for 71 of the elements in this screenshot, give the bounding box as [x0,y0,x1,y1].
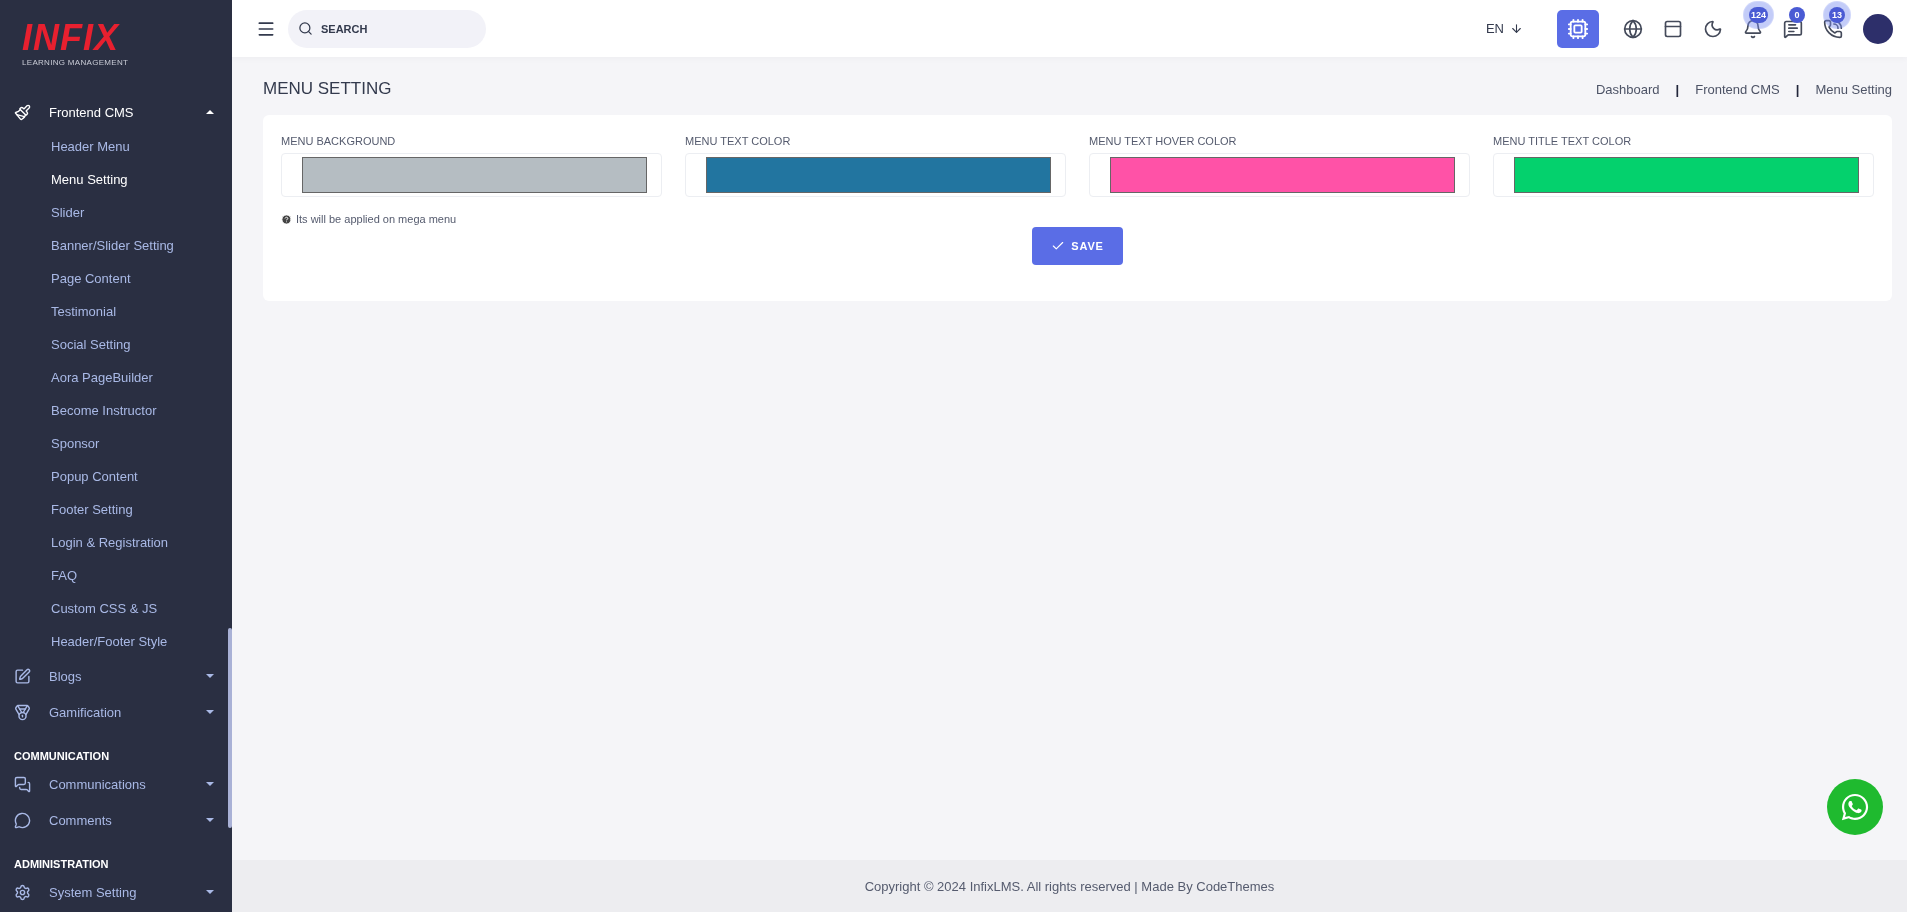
sidebar-menu-item[interactable]: System Setting [49,884,206,900]
sidebar-submenu-item[interactable]: Social Setting [51,328,131,361]
notification-icon [1743,18,1763,39]
logo-tagline: LEARNING MANAGEMENT [22,58,129,67]
logo-wordmark: INFIX [22,20,119,56]
layout-icon [1663,18,1683,39]
sidebar-submenu-item[interactable]: Slider [51,196,85,229]
sidebar-submenu-item[interactable]: Become Instructor [51,394,157,427]
sidebar-submenu-item[interactable]: Page Content [51,262,131,295]
arrow-down-icon [1510,22,1523,35]
sidebar-menu-item[interactable]: Communications [49,776,206,792]
color-picker-field[interactable] [1089,153,1470,197]
page-title: MENU SETTING [263,79,392,99]
field-label: MENU TEXT HOVER COLOR [1089,135,1238,147]
sidebar-submenu-item[interactable]: Popup Content [51,460,138,493]
sidebar-section-heading: ADMINISTRATION [14,858,109,870]
sidebar-submenu-item[interactable]: Header/Footer Style [51,625,168,658]
sidebar-submenu-item[interactable]: Banner/Slider Setting [51,229,174,262]
sidebar-submenu-item[interactable]: Testimonial [51,295,117,328]
field-label: MENU TITLE TEXT COLOR [1493,135,1633,147]
sidebar-submenu-item[interactable]: FAQ [51,559,77,592]
copyright-text: Copyright © 2024 InfixLMS. All rights reserved | Made By CodeThemes [864,878,1275,894]
sidebar-section-heading: COMMUNICATION [14,750,110,762]
whatsapp-button[interactable] [1827,779,1883,835]
breadcrumb-separator: | [1794,81,1801,97]
color-picker-field[interactable] [1493,153,1874,197]
count-badge: 0 [1789,6,1805,23]
sidebar-submenu-item[interactable]: Aora PageBuilder [51,361,153,394]
notification-button[interactable]: 124 [1733,8,1773,49]
message-icon [1783,18,1803,39]
count-badge: 124 [1749,6,1769,23]
globe-icon [1623,18,1643,39]
sidebar-submenu-item[interactable]: Login & Registration [51,526,169,559]
chat-bubbles-icon [14,775,31,793]
breadcrumb-link[interactable]: Frontend CMS [1695,81,1780,97]
breadcrumb-separator: | [1674,81,1681,97]
sidebar-menu-item[interactable]: Frontend CMS [49,104,206,120]
sidebar-submenu-item[interactable]: Sponsor [51,427,100,460]
phone-chat-button[interactable]: 13 [1813,8,1853,49]
sidebar-submenu-item[interactable]: Header Menu [51,130,130,163]
check-icon [1051,239,1066,253]
language-selector[interactable]: EN [1479,20,1529,37]
sidebar-menu-item[interactable]: Blogs [49,668,206,684]
moon-icon [1703,18,1723,39]
field-label: MENU BACKGROUND [281,135,397,147]
breadcrumb-link[interactable]: Menu Setting [1815,81,1892,97]
sidebar-menu-item[interactable]: Comments [49,812,206,828]
color-picker-field[interactable] [281,153,662,197]
count-badge: 13 [1829,6,1845,23]
sidebar-submenu-item[interactable]: Footer Setting [51,493,133,526]
sidebar-menu-item[interactable]: Gamification [49,704,206,720]
ai-chip-button[interactable] [1557,9,1599,48]
save-button[interactable]: SAVE [1032,227,1123,265]
sidebar-submenu-item[interactable]: Menu Setting [51,163,128,196]
color-picker-field[interactable] [685,153,1066,197]
avatar[interactable] [1863,13,1893,44]
search-field[interactable]: SEARCH [288,9,486,48]
help-note: Its will be applied on mega menu [296,213,457,225]
sidebar-submenu-item[interactable]: Custom CSS & JS [51,592,158,625]
edit-icon [14,667,31,685]
breadcrumb-link[interactable]: Dashboard [1595,81,1660,97]
search-icon [298,20,313,36]
phone-chat-icon [1823,18,1843,39]
whatsapp-icon [1840,792,1870,822]
chat-bubble-icon [14,811,31,829]
chip-icon [1567,17,1589,40]
scrollbar-thumb[interactable] [228,628,232,828]
message-button[interactable]: 0 [1773,8,1813,49]
field-label: MENU TEXT COLOR [685,135,792,147]
medal-icon [14,703,31,721]
help-icon [281,213,292,225]
